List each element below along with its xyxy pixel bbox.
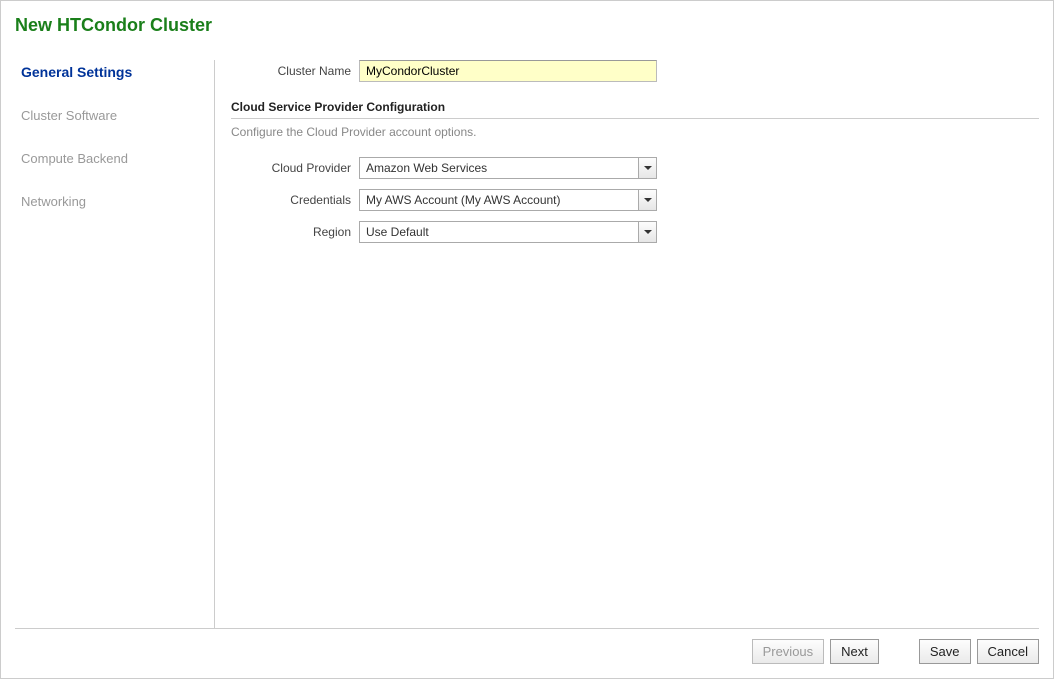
row-credentials: Credentials My AWS Account (My AWS Accou… [231,189,1039,211]
cloud-provider-dropdown-button[interactable] [638,158,656,178]
credentials-select[interactable]: My AWS Account (My AWS Account) [359,189,657,211]
chevron-down-icon [644,230,652,234]
sidebar-item-label: Cluster Software [21,108,117,123]
row-cloud-provider: Cloud Provider Amazon Web Services [231,157,1039,179]
main-panel: Cluster Name Cloud Service Provider Conf… [215,60,1039,628]
body-area: General Settings Cluster Software Comput… [15,44,1039,628]
sidebar-item-general-settings[interactable]: General Settings [21,60,206,98]
chevron-down-icon [644,166,652,170]
previous-button: Previous [752,639,825,664]
spacer [885,639,913,664]
cancel-button[interactable]: Cancel [977,639,1039,664]
footer: Previous Next Save Cancel [15,628,1039,664]
credentials-value: My AWS Account (My AWS Account) [360,190,638,210]
sidebar-item-label: General Settings [21,64,132,80]
label-cluster-name: Cluster Name [231,64,359,78]
sidebar-item-compute-backend[interactable]: Compute Backend [21,141,206,184]
wizard-container: New HTCondor Cluster General Settings Cl… [0,0,1054,679]
page-title: New HTCondor Cluster [15,15,1039,36]
section-heading: Cloud Service Provider Configuration [231,100,1039,119]
row-cluster-name: Cluster Name [231,60,1039,82]
label-region: Region [231,225,359,239]
save-button[interactable]: Save [919,639,971,664]
sidebar-item-networking[interactable]: Networking [21,184,206,227]
label-cloud-provider: Cloud Provider [231,161,359,175]
sidebar-item-cluster-software[interactable]: Cluster Software [21,98,206,141]
sidebar-item-label: Networking [21,194,86,209]
region-dropdown-button[interactable] [638,222,656,242]
cloud-provider-select[interactable]: Amazon Web Services [359,157,657,179]
next-button[interactable]: Next [830,639,879,664]
sidebar: General Settings Cluster Software Comput… [15,60,215,628]
row-region: Region Use Default [231,221,1039,243]
chevron-down-icon [644,198,652,202]
cloud-provider-value: Amazon Web Services [360,158,638,178]
sidebar-item-label: Compute Backend [21,151,128,166]
cluster-name-input[interactable] [359,60,657,82]
label-credentials: Credentials [231,193,359,207]
credentials-dropdown-button[interactable] [638,190,656,210]
region-select[interactable]: Use Default [359,221,657,243]
region-value: Use Default [360,222,638,242]
section-description: Configure the Cloud Provider account opt… [231,125,1039,139]
